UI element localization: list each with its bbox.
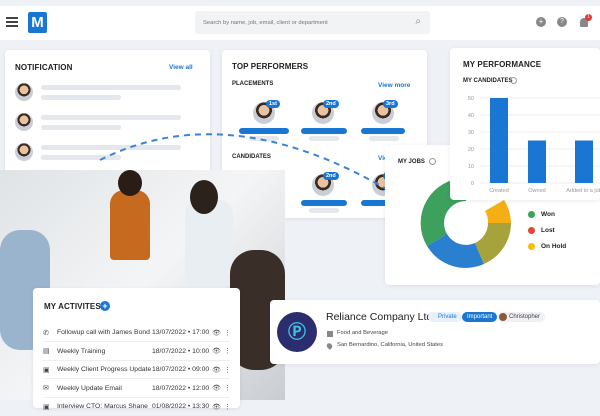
more-icon[interactable]: ⋮ [224, 347, 231, 355]
clipboard-icon: ▣ [43, 366, 50, 374]
company-industry: Food and Beverage [337, 330, 388, 336]
x-tick-label: Added to a job [566, 188, 600, 194]
legend-label: On Hold [541, 243, 567, 250]
company-card: Ⓟ Reliance Company Ltd. Private Importan… [270, 300, 600, 364]
more-icon[interactable]: ⋮ [224, 403, 231, 411]
activities-title: MY ACTIVITES [44, 302, 101, 311]
important-badge: Important [462, 312, 498, 322]
add-activity-button[interactable]: + [100, 301, 110, 311]
owner-chip[interactable]: Christopher [497, 312, 546, 322]
activity-row[interactable]: ✉ Weekly Update Email 18/07/2022 • 12:00… [43, 380, 231, 398]
x-tick-label: Owned [528, 188, 545, 194]
eye-icon[interactable]: 👁 [212, 366, 224, 374]
activity-date: 18/07/2022 • 12:00 [152, 384, 210, 392]
company-name[interactable]: Reliance Company Ltd. [326, 311, 435, 323]
more-icon[interactable]: ⋮ [224, 366, 231, 374]
y-tick-label: 40 [468, 113, 474, 119]
my-performance-card: MY PERFORMANCE MY CANDIDATES 0 10 20 30 40 50… [450, 48, 600, 200]
activity-row[interactable]: ▣ Weekly Client Progress Update 18/07/20… [43, 361, 231, 379]
activity-date: 18/07/2022 • 10:00 [152, 347, 210, 355]
activity-label: Weekly Training [57, 347, 106, 355]
legend-label: Lost [541, 227, 555, 234]
my-jobs-title: MY JOBS [398, 159, 425, 165]
legend-item-on-hold: On Hold [528, 243, 566, 250]
activity-row[interactable]: ✆ Followup call with James Bond 13/07/20… [43, 324, 231, 342]
company-logo: Ⓟ [277, 312, 317, 352]
phone-icon: ✆ [43, 329, 49, 337]
legend-swatch [528, 227, 535, 234]
info-icon[interactable] [510, 77, 517, 84]
bar-owned[interactable] [528, 140, 546, 184]
legend-swatch [528, 243, 535, 250]
activity-date: 01/08/2022 • 13:30 [152, 403, 210, 410]
eye-icon[interactable]: 👁 [212, 384, 224, 392]
performance-subtitle: MY CANDIDATES [463, 78, 513, 84]
performance-title: MY PERFORMANCE [463, 60, 542, 69]
owner-avatar [499, 313, 507, 321]
activity-row[interactable]: ▤ Weekly Training 18/07/2022 • 10:00 👁 ⋮ [43, 343, 231, 361]
location-icon [325, 342, 334, 350]
interview-icon: ▣ [43, 403, 50, 411]
eye-icon[interactable]: 👁 [212, 403, 224, 411]
company-location: San Bernardino, California, United State… [337, 342, 444, 348]
more-icon[interactable]: ⋮ [224, 384, 231, 392]
activities-card: MY ACTIVITES + ✆ Followup call with Jame… [33, 288, 240, 416]
bar-created[interactable] [490, 98, 508, 183]
y-tick-label: 50 [468, 96, 474, 102]
info-icon[interactable] [429, 158, 436, 165]
y-tick-label: 20 [468, 147, 474, 153]
y-tick-label: 10 [468, 164, 474, 170]
activity-label: Weekly Client Progress Update [57, 366, 152, 373]
training-icon: ▤ [43, 348, 50, 355]
more-icon[interactable]: ⋮ [224, 329, 231, 337]
legend-label: Won [541, 211, 555, 218]
activity-label: Followup call with James Bond [57, 329, 150, 336]
y-tick-label: 0 [471, 181, 474, 187]
bar-added-to-a-job[interactable] [575, 140, 593, 184]
legend-item-lost: Lost [528, 227, 555, 234]
y-tick-label: 30 [468, 130, 474, 136]
legend-swatch [528, 211, 535, 218]
private-badge: Private [428, 312, 462, 322]
eye-icon[interactable]: 👁 [212, 329, 224, 337]
email-icon: ✉ [43, 385, 49, 392]
building-icon [327, 331, 333, 337]
activity-label: Weekly Update Email [57, 384, 122, 392]
donut-segment-on-hold [485, 200, 511, 223]
activity-date: 13/07/2022 • 17:00 [152, 329, 210, 336]
legend-item-won: Won [528, 211, 555, 218]
activity-row[interactable]: ▣ Interview CTO: Marcus Shane 01/08/2022… [43, 398, 231, 416]
activity-label: Interview CTO: Marcus Shane [57, 403, 148, 410]
eye-icon[interactable]: 👁 [212, 347, 224, 355]
x-tick-label: Created [489, 188, 509, 194]
owner-name: Christopher [509, 314, 541, 320]
activity-date: 18/07/2022 • 09:00 [152, 366, 210, 373]
candidates-bar-chart: 0 10 20 30 40 50 Created Owned Added to a job [468, 96, 600, 194]
